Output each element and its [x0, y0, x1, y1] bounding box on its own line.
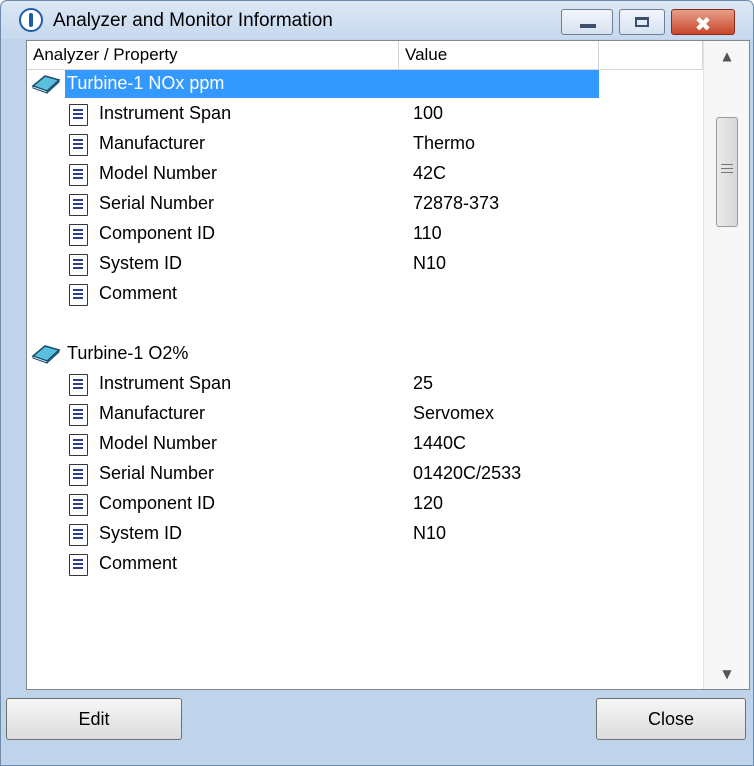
close-icon: ✖: [694, 12, 712, 36]
document-icon: [69, 404, 88, 426]
property-row[interactable]: System ID N10: [27, 519, 703, 549]
property-value: 110: [413, 223, 442, 243]
property-value: N10: [413, 253, 447, 273]
analyzer-group-label: Turbine-1 O2%: [67, 343, 189, 363]
property-value: 42C: [413, 163, 447, 183]
property-row[interactable]: Component ID 110: [27, 219, 703, 249]
property-value: 72878-373: [413, 193, 500, 213]
property-value: Servomex: [413, 403, 495, 423]
document-icon: [69, 254, 88, 276]
property-label: Serial Number: [99, 193, 215, 213]
property-row[interactable]: Model Number 1440C: [27, 429, 703, 459]
close-button[interactable]: Close: [596, 698, 746, 740]
list-header: Analyzer / Property Value: [27, 41, 703, 70]
edit-button[interactable]: Edit: [6, 698, 182, 740]
property-row[interactable]: Serial Number 72878-373: [27, 189, 703, 219]
property-value: Thermo: [413, 133, 476, 153]
column-header-property[interactable]: Analyzer / Property: [27, 41, 399, 69]
property-row[interactable]: Manufacturer Servomex: [27, 399, 703, 429]
property-label: Comment: [99, 283, 178, 303]
close-window-button[interactable]: ✖: [671, 9, 735, 36]
column-header-extra[interactable]: [599, 41, 703, 69]
document-icon: [69, 224, 88, 246]
property-value: 1440C: [413, 433, 467, 453]
minimize-button[interactable]: [561, 9, 613, 35]
property-label: Instrument Span: [99, 103, 232, 123]
scroll-up-arrow-icon[interactable]: ▲: [704, 41, 749, 71]
document-icon: [69, 464, 88, 486]
document-icon: [69, 494, 88, 516]
property-value: 01420C/2533: [413, 463, 522, 483]
property-row[interactable]: Comment: [27, 279, 703, 309]
minimize-icon: [580, 24, 596, 28]
document-icon: [69, 164, 88, 186]
scroll-down-arrow-icon[interactable]: ▼: [704, 659, 749, 689]
property-label: Instrument Span: [99, 373, 232, 393]
document-icon: [69, 284, 88, 306]
app-info-icon: [19, 8, 43, 32]
property-label: Model Number: [99, 163, 218, 183]
property-label: Model Number: [99, 433, 218, 453]
document-icon: [69, 134, 88, 156]
property-row[interactable]: Component ID 120: [27, 489, 703, 519]
property-row[interactable]: Model Number 42C: [27, 159, 703, 189]
analyzer-book-icon: [31, 344, 61, 365]
property-row[interactable]: Comment: [27, 549, 703, 579]
property-row[interactable]: Serial Number 01420C/2533: [27, 459, 703, 489]
property-row[interactable]: System ID N10: [27, 249, 703, 279]
maximize-icon: [635, 17, 649, 27]
window-title: Analyzer and Monitor Information: [53, 10, 333, 31]
title-bar[interactable]: Analyzer and Monitor Information ✖: [1, 1, 753, 39]
property-label: Comment: [99, 553, 178, 573]
document-icon: [69, 104, 88, 126]
property-label: System ID: [99, 253, 183, 273]
property-value: 25: [413, 373, 434, 393]
property-label: System ID: [99, 523, 183, 543]
vertical-scrollbar[interactable]: ▲ ▼: [703, 41, 749, 689]
property-value: N10: [413, 523, 447, 543]
property-value: 120: [413, 493, 444, 513]
property-label: Manufacturer: [99, 403, 206, 423]
property-label: Serial Number: [99, 463, 215, 483]
scroll-thumb[interactable]: [716, 117, 738, 227]
maximize-button[interactable]: [619, 9, 665, 35]
property-value: 100: [413, 103, 444, 123]
grip-icon: [721, 164, 733, 165]
analyzer-list[interactable]: Analyzer / Property Value Turbine-1 NOx …: [26, 40, 750, 690]
property-label: Component ID: [99, 493, 216, 513]
document-icon: [69, 374, 88, 396]
property-row[interactable]: Instrument Span 25: [27, 369, 703, 399]
document-icon: [69, 554, 88, 576]
analyzer-group-label: Turbine-1 NOx ppm: [67, 73, 225, 93]
document-icon: [69, 194, 88, 216]
analyzer-group-row[interactable]: Turbine-1 NOx ppm: [27, 69, 703, 99]
property-row[interactable]: Manufacturer Thermo: [27, 129, 703, 159]
property-row[interactable]: Instrument Span 100: [27, 99, 703, 129]
property-label: Component ID: [99, 223, 216, 243]
analyzer-group-row[interactable]: Turbine-1 O2%: [27, 339, 703, 369]
analyzer-book-icon: [31, 74, 61, 95]
column-header-value[interactable]: Value: [399, 41, 599, 69]
document-icon: [69, 434, 88, 456]
property-label: Manufacturer: [99, 133, 206, 153]
document-icon: [69, 524, 88, 546]
